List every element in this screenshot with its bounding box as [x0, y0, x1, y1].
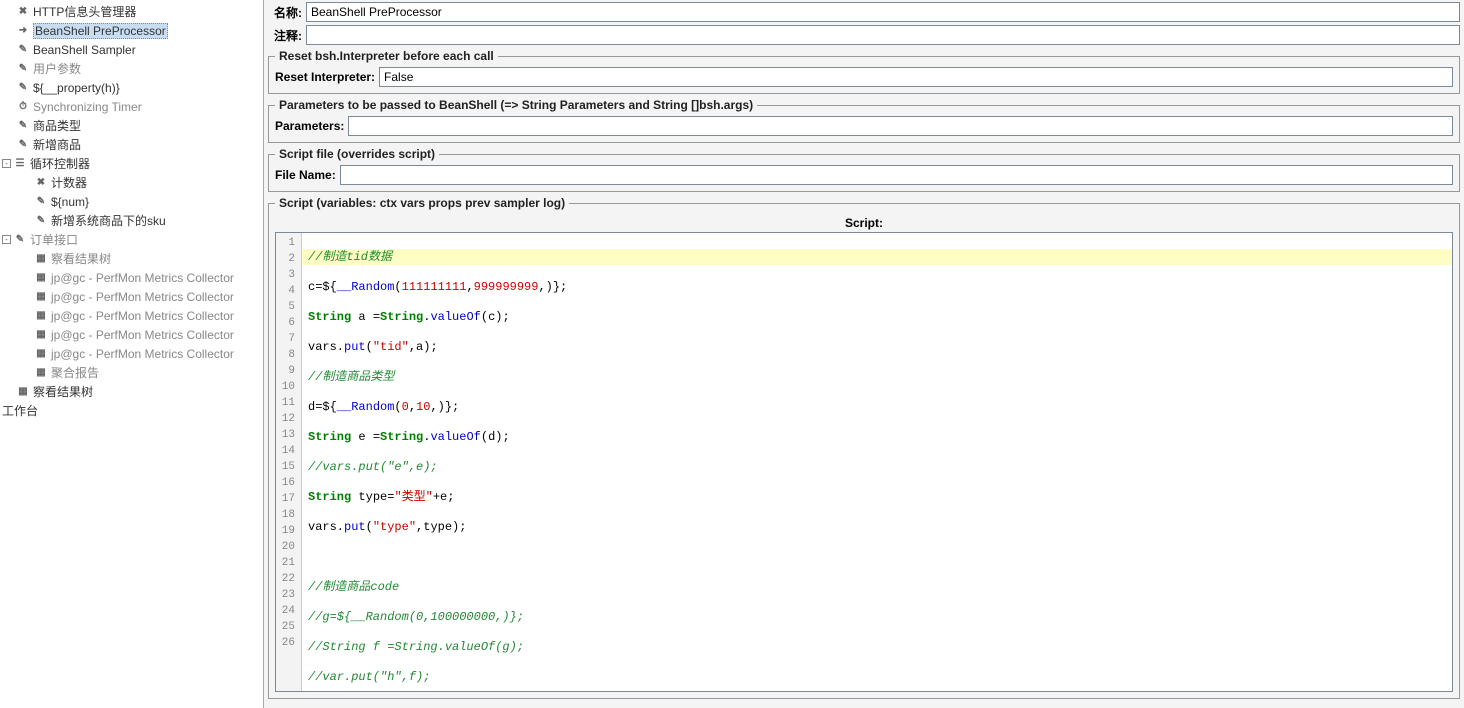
- tree-item-icon: ✎: [16, 119, 30, 133]
- tree-item-label: ${__property(h)}: [33, 81, 120, 95]
- tree-item-label: jp@gc - PerfMon Metrics Collector: [51, 271, 234, 285]
- reset-fieldset: Reset bsh.Interpreter before each call R…: [268, 49, 1460, 94]
- tree-item-icon: ⏱: [16, 100, 30, 114]
- comment-input[interactable]: [306, 25, 1460, 45]
- tree-host: ✖HTTP信息头管理器➜BeanShell PreProcessor✎BeanS…: [0, 2, 263, 401]
- tree-item-label: Synchronizing Timer: [33, 100, 142, 114]
- tree-item-label: ${num}: [51, 195, 89, 209]
- tree-item-label: 商品类型: [33, 117, 81, 134]
- tree-item-label: 新增系统商品下的sku: [51, 212, 166, 229]
- tree-item-label: 察看结果树: [33, 383, 93, 400]
- params-input[interactable]: [348, 116, 1453, 136]
- line-gutter: 1234567891011121314151617181920212223242…: [276, 233, 302, 691]
- tree-item-12[interactable]: -✎订单接口: [0, 230, 263, 249]
- tree-item-label: BeanShell Sampler: [33, 43, 136, 57]
- tree-item-5[interactable]: ⏱Synchronizing Timer: [0, 97, 263, 116]
- tree-item-4[interactable]: ✎${__property(h)}: [0, 78, 263, 97]
- script-legend: Script (variables: ctx vars props prev s…: [275, 196, 569, 210]
- name-label: 名称:: [268, 4, 306, 21]
- tree-item-label: 计数器: [51, 174, 87, 191]
- tree-item-icon: ✎: [16, 81, 30, 95]
- params-fieldset: Parameters to be passed to BeanShell (=>…: [268, 98, 1460, 143]
- tree-item-icon: ✎: [13, 233, 27, 247]
- script-fieldset: Script (variables: ctx vars props prev s…: [268, 196, 1460, 699]
- tree-item-icon: ▦: [34, 366, 48, 380]
- tree-item-label: BeanShell PreProcessor: [33, 23, 168, 39]
- tree-item-label: 察看结果树: [51, 250, 111, 267]
- tree-item-icon: ✎: [16, 43, 30, 57]
- tree-item-19[interactable]: ▦聚合报告: [0, 363, 263, 382]
- comment-label: 注释:: [268, 27, 306, 44]
- tree-item-label: jp@gc - PerfMon Metrics Collector: [51, 328, 234, 342]
- reset-legend: Reset bsh.Interpreter before each call: [275, 49, 498, 63]
- tree-item-3[interactable]: ✎用户参数: [0, 59, 263, 78]
- tree-item-17[interactable]: ▦jp@gc - PerfMon Metrics Collector: [0, 325, 263, 344]
- tree-item-icon: ▦: [34, 347, 48, 361]
- tree-item-icon: ✎: [16, 62, 30, 76]
- tree-item-icon: ▦: [34, 271, 48, 285]
- name-input[interactable]: [306, 2, 1460, 22]
- tree-item-7[interactable]: ✎新增商品: [0, 135, 263, 154]
- tree-item-icon: ➜: [16, 24, 30, 38]
- tree-item-16[interactable]: ▦jp@gc - PerfMon Metrics Collector: [0, 306, 263, 325]
- tree-root-label: 工作台: [2, 402, 38, 419]
- tree-item-6[interactable]: ✎商品类型: [0, 116, 263, 135]
- tree-item-label: jp@gc - PerfMon Metrics Collector: [51, 309, 234, 323]
- tree-item-20[interactable]: ▦察看结果树: [0, 382, 263, 401]
- tree-item-icon: ▦: [16, 385, 30, 399]
- scriptfile-label: File Name:: [275, 168, 340, 182]
- tree-item-label: 循环控制器: [30, 155, 90, 172]
- tree-item-2[interactable]: ✎BeanShell Sampler: [0, 40, 263, 59]
- params-label: Parameters:: [275, 119, 348, 133]
- tree-item-icon: ▦: [34, 252, 48, 266]
- tree-item-0[interactable]: ✖HTTP信息头管理器: [0, 2, 263, 21]
- tree-panel: ✖HTTP信息头管理器➜BeanShell PreProcessor✎BeanS…: [0, 0, 264, 708]
- code-editor[interactable]: 1234567891011121314151617181920212223242…: [275, 232, 1453, 692]
- code-content[interactable]: //制造tid数据 c=${__Random(111111111,9999999…: [302, 233, 1452, 691]
- main-panel: 名称: 注释: Reset bsh.Interpreter before eac…: [264, 0, 1464, 708]
- reset-label: Reset Interpreter:: [275, 70, 379, 84]
- tree-item-label: HTTP信息头管理器: [33, 3, 136, 20]
- tree-item-icon: ✎: [34, 214, 48, 228]
- tree-item-label: 用户参数: [33, 60, 81, 77]
- tree-item-13[interactable]: ▦察看结果树: [0, 249, 263, 268]
- tree-toggle-icon[interactable]: -: [2, 159, 11, 168]
- tree-item-label: 订单接口: [30, 231, 78, 248]
- tree-root-workbench[interactable]: 工作台: [0, 401, 263, 420]
- tree-item-icon: ✎: [16, 138, 30, 152]
- scriptfile-input[interactable]: [340, 165, 1453, 185]
- scriptfile-fieldset: Script file (overrides script) File Name…: [268, 147, 1460, 192]
- tree-item-icon: ▦: [34, 309, 48, 323]
- tree-item-icon: ✖: [16, 5, 30, 19]
- tree-toggle-icon[interactable]: -: [2, 235, 11, 244]
- tree-item-icon: ✖: [34, 176, 48, 190]
- tree-item-14[interactable]: ▦jp@gc - PerfMon Metrics Collector: [0, 268, 263, 287]
- reset-input[interactable]: [379, 67, 1453, 87]
- tree-item-1[interactable]: ➜BeanShell PreProcessor: [0, 21, 263, 40]
- tree-item-10[interactable]: ✎${num}: [0, 192, 263, 211]
- tree-item-icon: ▦: [34, 328, 48, 342]
- script-label: Script:: [275, 214, 1453, 232]
- tree-item-icon: ☰: [13, 157, 27, 171]
- tree-item-icon: ✎: [34, 195, 48, 209]
- tree-item-label: jp@gc - PerfMon Metrics Collector: [51, 290, 234, 304]
- tree-item-18[interactable]: ▦jp@gc - PerfMon Metrics Collector: [0, 344, 263, 363]
- params-legend: Parameters to be passed to BeanShell (=>…: [275, 98, 757, 112]
- scriptfile-legend: Script file (overrides script): [275, 147, 439, 161]
- tree-item-label: 聚合报告: [51, 364, 99, 381]
- tree-item-11[interactable]: ✎新增系统商品下的sku: [0, 211, 263, 230]
- tree-item-icon: ▦: [34, 290, 48, 304]
- tree-item-15[interactable]: ▦jp@gc - PerfMon Metrics Collector: [0, 287, 263, 306]
- tree-item-label: 新增商品: [33, 136, 81, 153]
- tree-item-8[interactable]: -☰循环控制器: [0, 154, 263, 173]
- tree-item-9[interactable]: ✖计数器: [0, 173, 263, 192]
- tree-item-label: jp@gc - PerfMon Metrics Collector: [51, 347, 234, 361]
